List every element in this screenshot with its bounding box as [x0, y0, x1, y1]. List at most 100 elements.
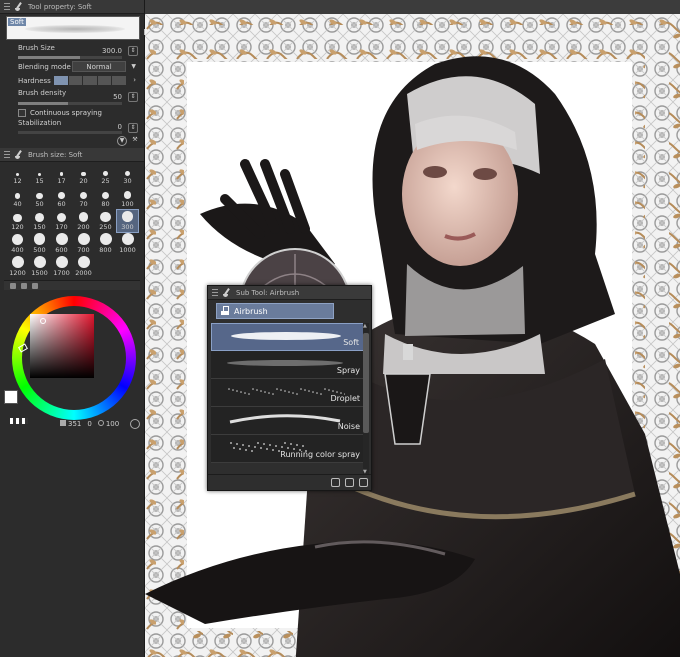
brush-size-dot [36, 192, 43, 199]
brush-size-stepper-icon[interactable]: ⇕ [128, 46, 138, 56]
trash-icon[interactable] [359, 478, 368, 487]
brush-size-preset[interactable]: 170 [51, 210, 72, 232]
wrench-icon[interactable]: ⚒ [130, 136, 140, 146]
brush-size-preset[interactable]: 150 [29, 210, 50, 232]
main-color-swatch[interactable] [4, 390, 18, 404]
brush-size-preset[interactable]: 1500 [29, 256, 50, 278]
brush-size-dot [99, 233, 112, 245]
sub-tool-header[interactable]: Sub Tool: Airbrush [208, 286, 371, 300]
brush-size-dot [78, 212, 89, 222]
airbrush-group-tab[interactable]: Airbrush [216, 303, 334, 319]
brush-size-preset[interactable]: 80 [95, 187, 116, 209]
hardness-option[interactable] [97, 76, 112, 85]
scroll-up-icon[interactable]: ▲ [363, 323, 367, 329]
brush-size-preset[interactable]: 400 [7, 233, 28, 255]
brush-size-preset[interactable]: 1000 [117, 233, 138, 255]
sub-tool-item-label: Running color spray [280, 450, 360, 459]
tool-property-title: Tool property: Soft [28, 2, 92, 11]
saturation-marker[interactable] [40, 318, 46, 324]
brush-size-preset-label: 100 [121, 200, 134, 208]
sub-tool-scrollbar[interactable]: ▲ ▼ [363, 323, 369, 475]
brush-icon [222, 288, 232, 298]
brush-size-preset-label: 17 [57, 177, 66, 185]
sub-tool-item[interactable]: Noise [211, 407, 365, 435]
brush-size-preset[interactable]: 60 [51, 187, 72, 209]
tool-property-header[interactable]: Tool property: Soft [0, 0, 144, 14]
chevron-down-icon[interactable]: ▼ [131, 63, 136, 70]
brush-size-preset[interactable]: 300 [116, 209, 139, 233]
brush-size-preset[interactable]: 120 [7, 210, 28, 232]
stabilization-value[interactable]: 0 [118, 123, 122, 131]
brush-stroke-preview [231, 332, 341, 340]
hardness-option[interactable] [112, 76, 126, 85]
sub-tool-item[interactable]: Droplet [211, 379, 365, 407]
panel-grip-icon[interactable] [4, 3, 10, 10]
brush-size-preset[interactable]: 800 [95, 233, 116, 255]
brush-size-preset[interactable]: 17 [51, 164, 72, 186]
continuous-spraying-row[interactable]: Continuous spraying [18, 106, 144, 119]
brush-size-preset[interactable]: 25 [95, 164, 116, 186]
brush-size-dot [121, 233, 134, 245]
stabilization-row[interactable]: Stabilization 0 ⇕ [6, 119, 140, 135]
brush-size-preset[interactable]: 70 [73, 187, 94, 209]
brush-density-row[interactable]: Brush density 50 ⇕ [6, 88, 140, 106]
brush-size-preset[interactable]: 600 [51, 233, 72, 255]
sub-tool-panel: Sub Tool: Airbrush Airbrush Soft Spray Dro… [207, 285, 372, 491]
color-value-b: 0 [87, 420, 92, 428]
brush-size-preset[interactable]: 1200 [7, 256, 28, 278]
transparent-color-swatch[interactable] [10, 418, 28, 424]
add-icon[interactable] [331, 478, 340, 487]
brush-size-preset[interactable]: 200 [73, 210, 94, 232]
brush-density-value[interactable]: 50 [113, 93, 122, 101]
brush-size-preset[interactable]: 30 [117, 164, 138, 186]
brush-size-dot [11, 233, 24, 245]
sub-tool-item[interactable]: Spray [211, 351, 365, 379]
stabilization-stepper-icon[interactable]: ⇕ [128, 123, 138, 133]
brush-size-dot [35, 213, 44, 222]
blending-mode-select[interactable]: Normal [72, 61, 126, 72]
chevron-right-icon[interactable]: › [133, 76, 136, 84]
brush-size-preset[interactable]: 100 [117, 187, 138, 209]
left-dock: Tool property: Soft Soft Brush Size 300.… [0, 0, 151, 657]
brush-size-preset[interactable]: 40 [7, 187, 28, 209]
hardness-option[interactable] [54, 76, 68, 85]
brush-size-preset[interactable]: 700 [73, 233, 94, 255]
scroll-thumb[interactable] [363, 333, 369, 433]
sub-tool-item[interactable]: Soft [211, 323, 365, 351]
saturation-value-square[interactable] [30, 314, 94, 378]
sub-tool-item[interactable]: Running color spray [211, 435, 365, 463]
toolbar-icon[interactable] [32, 282, 38, 289]
brush-size-preset[interactable]: 12 [7, 164, 28, 186]
duplicate-icon[interactable] [345, 478, 354, 487]
brush-size-preset[interactable]: 15 [29, 164, 50, 186]
brush-size-row[interactable]: Brush Size 300.0 ⇕ [6, 42, 140, 60]
color-wheel-panel: 351 0 100 [0, 294, 144, 444]
brush-size-preset[interactable]: 500 [29, 233, 50, 255]
panel-grip-icon[interactable] [212, 289, 218, 296]
brush-size-preset[interactable]: 2000 [73, 256, 94, 278]
brush-size-header[interactable]: Brush size: Soft [0, 148, 144, 162]
sub-tool-list: Soft Spray Droplet Noise Running color spray [211, 323, 365, 465]
color-value-c: 100 [97, 420, 119, 428]
brush-size-dot [122, 211, 133, 222]
settings-icon[interactable]: ▼ [117, 136, 127, 146]
hardness-option[interactable] [83, 76, 97, 85]
brush-size-toolbar [4, 280, 140, 290]
brush-size-value[interactable]: 300.0 [102, 47, 122, 55]
brush-size-preset-label: 170 [55, 223, 68, 231]
hardness-selector[interactable] [54, 76, 126, 85]
brush-size-preset[interactable]: 50 [29, 187, 50, 209]
brush-size-preset[interactable]: 250 [95, 210, 116, 232]
gear-icon[interactable] [130, 419, 140, 429]
brush-size-preset[interactable]: 20 [73, 164, 94, 186]
panel-grip-icon[interactable] [4, 151, 10, 158]
brush-density-slider[interactable] [18, 102, 122, 105]
continuous-spraying-checkbox[interactable] [18, 108, 26, 117]
toolbar-icon[interactable] [21, 282, 27, 289]
brush-density-stepper-icon[interactable]: ⇕ [128, 92, 138, 102]
hardness-option[interactable] [68, 76, 83, 85]
brush-size-preset[interactable]: 1700 [51, 256, 72, 278]
toolbar-icon[interactable] [10, 282, 16, 289]
stabilization-slider[interactable] [18, 131, 122, 134]
brush-size-slider[interactable] [18, 56, 122, 59]
